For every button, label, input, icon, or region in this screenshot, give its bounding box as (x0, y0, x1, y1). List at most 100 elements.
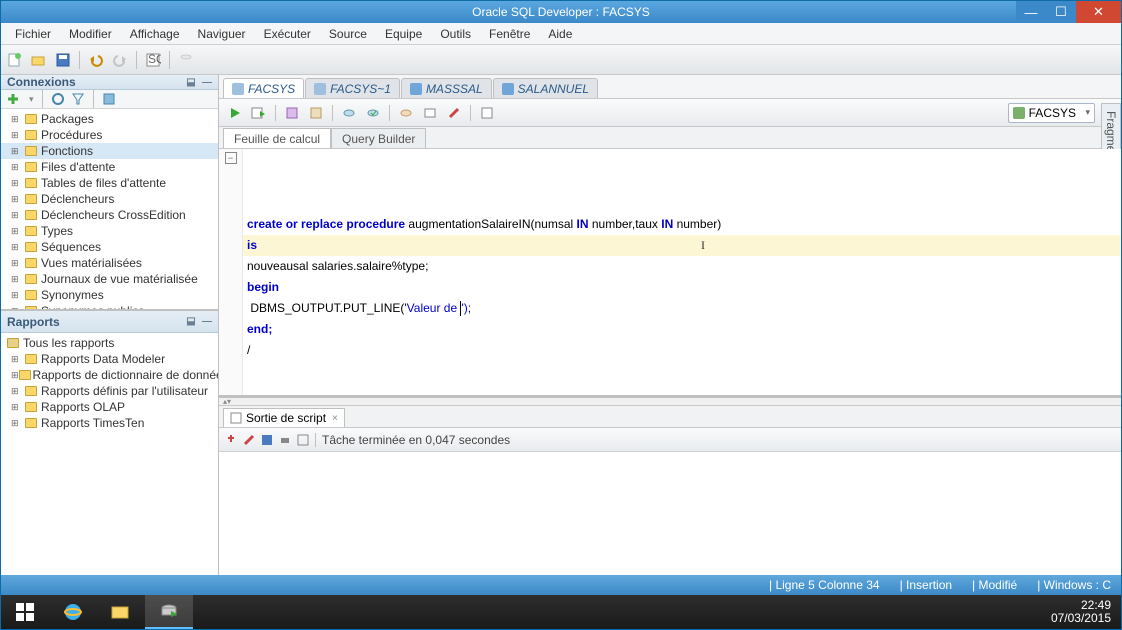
menu-affichage[interactable]: Affichage (122, 25, 188, 43)
tree-item: ⊞Séquences (1, 239, 218, 255)
script-icon (230, 412, 242, 424)
worksheet-tabs: Feuille de calcul Query Builder (219, 127, 1121, 149)
code-content[interactable]: create or replace procedure augmentation… (243, 149, 1121, 395)
tab-masssal[interactable]: MASSSAL (401, 78, 492, 98)
undo-icon[interactable] (86, 50, 106, 70)
editor-tabs: FACSYS FACSYS~1 MASSSAL SALANNUEL (219, 75, 1121, 99)
tab-script-output[interactable]: Sortie de script × (223, 408, 345, 427)
output-body[interactable] (219, 452, 1121, 575)
open-icon[interactable] (29, 50, 49, 70)
menu-fichier[interactable]: Fichier (7, 25, 59, 43)
unshared-icon[interactable] (420, 103, 440, 123)
output-toolbar: Tâche terminée en 0,047 secondes (219, 428, 1121, 452)
tab-worksheet[interactable]: Feuille de calcul (223, 128, 331, 148)
new-connection-icon[interactable] (5, 91, 23, 107)
panel-pin-icon[interactable]: ⬓ (184, 75, 198, 89)
wrap-icon[interactable] (297, 434, 309, 446)
clear-icon[interactable] (444, 103, 464, 123)
tree-item: ⊞Vues matérialisées (1, 255, 218, 271)
tree-item: ⊞Tables de files d'attente (1, 175, 218, 191)
tab-query-builder[interactable]: Query Builder (331, 128, 426, 148)
tree-item: ⊞Rapports Data Modeler (1, 351, 218, 367)
menu-fenetre[interactable]: Fenêtre (481, 25, 538, 43)
connections-header: Connexions ⬓ — (1, 75, 218, 90)
start-button[interactable] (1, 595, 49, 629)
menu-outils[interactable]: Outils (432, 25, 479, 43)
statusbar: | Ligne 5 Colonne 34 | Insertion | Modif… (1, 575, 1121, 595)
expand-icon[interactable] (102, 92, 116, 106)
run-icon[interactable] (225, 103, 245, 123)
panel-pin-icon[interactable]: ⬓ (184, 315, 198, 329)
editor-toolbar: FACSYS (219, 99, 1121, 127)
tree-item: ⊞Procédures (1, 127, 218, 143)
panel-minimize-icon[interactable]: — (200, 75, 214, 89)
autotrace-icon[interactable] (306, 103, 326, 123)
fold-icon[interactable]: − (225, 152, 237, 164)
menu-modifier[interactable]: Modifier (61, 25, 120, 43)
pin-icon[interactable] (225, 434, 237, 446)
reports-header: Rapports ⬓ — (1, 311, 218, 333)
system-clock[interactable]: 22:49 07/03/2015 (1051, 599, 1111, 625)
tree-item: ⊞Rapports définis par l'utilisateur (1, 383, 218, 399)
save-icon[interactable] (53, 50, 73, 70)
reports-title: Rapports (7, 315, 60, 329)
commit-icon[interactable] (363, 103, 383, 123)
clear-icon[interactable] (243, 434, 255, 446)
history-icon[interactable] (477, 103, 497, 123)
modified-status: Modifié (979, 578, 1018, 592)
dropdown-icon[interactable]: ▾ (29, 94, 34, 105)
explorer-icon[interactable] (97, 595, 145, 629)
menu-source[interactable]: Source (321, 25, 375, 43)
tab-facsys[interactable]: FACSYS (223, 78, 304, 98)
sql-tuning-icon[interactable] (339, 103, 359, 123)
reports-panel: Rapports ⬓ — Tous les rapports ⊞Rapports… (1, 309, 218, 575)
menu-naviguer[interactable]: Naviguer (190, 25, 254, 43)
reports-tree[interactable]: Tous les rapports ⊞Rapports Data Modeler… (1, 333, 218, 575)
sql-icon (314, 83, 326, 95)
explain-icon[interactable] (282, 103, 302, 123)
minimize-button[interactable]: — (1016, 1, 1046, 23)
output-tabs: Sortie de script × (219, 406, 1121, 428)
tree-item: ⊞Packages (1, 111, 218, 127)
menu-equipe[interactable]: Equipe (377, 25, 430, 43)
tree-item: ⊞Synonymes (1, 287, 218, 303)
tree-item: ⊞Déclencheurs (1, 191, 218, 207)
taskbar: 22:49 07/03/2015 (1, 595, 1121, 629)
separator (169, 51, 170, 69)
save-icon[interactable] (261, 434, 273, 446)
splitter[interactable]: ▴▾ (219, 398, 1121, 406)
tree-item: ⊞Déclencheurs CrossEdition (1, 207, 218, 223)
run-script-icon[interactable] (249, 103, 269, 123)
schema-selector[interactable]: FACSYS (1008, 103, 1095, 123)
connections-toolbar: ▾ (1, 90, 218, 109)
menu-aide[interactable]: Aide (540, 25, 580, 43)
sqldeveloper-icon[interactable] (145, 595, 193, 629)
menu-executer[interactable]: Exécuter (256, 25, 319, 43)
new-icon[interactable] (5, 50, 25, 70)
code-editor[interactable]: − create or replace procedure augmentati… (219, 149, 1121, 395)
tree-item: ⊞Journaux de vue matérialisée (1, 271, 218, 287)
close-tab-icon[interactable]: × (332, 413, 338, 424)
titlebar: Oracle SQL Developer : FACSYS — ☐ ✕ (1, 1, 1121, 23)
panel-minimize-icon[interactable]: — (200, 315, 214, 329)
ie-icon[interactable] (49, 595, 97, 629)
close-button[interactable]: ✕ (1076, 1, 1121, 23)
sql-icon[interactable]: SQL (143, 50, 163, 70)
connections-tree[interactable]: ⊞Packages ⊞Procédures ⊞Fonctions ⊞Files … (1, 109, 218, 309)
tab-salannuel[interactable]: SALANNUEL (493, 78, 598, 98)
redo-icon[interactable] (110, 50, 130, 70)
tree-root: Tous les rapports (1, 335, 218, 351)
tree-item: ⊞Files d'attente (1, 159, 218, 175)
refresh-icon[interactable] (51, 92, 65, 106)
filter-icon[interactable] (71, 92, 85, 106)
maximize-button[interactable]: ☐ (1046, 1, 1076, 23)
rollback-icon[interactable] (396, 103, 416, 123)
main-area: Connexions ⬓ — ▾ ⊞Packages ⊞Procédures ⊞… (1, 75, 1121, 575)
db-icon[interactable] (176, 50, 196, 70)
tree-item-selected: ⊞Fonctions (1, 143, 218, 159)
print-icon[interactable] (279, 434, 291, 446)
table-icon (410, 83, 422, 95)
tree-item: ⊞Rapports de dictionnaire de données (1, 367, 218, 383)
tab-facsys1[interactable]: FACSYS~1 (305, 78, 400, 98)
output-status: Tâche terminée en 0,047 secondes (322, 433, 510, 447)
